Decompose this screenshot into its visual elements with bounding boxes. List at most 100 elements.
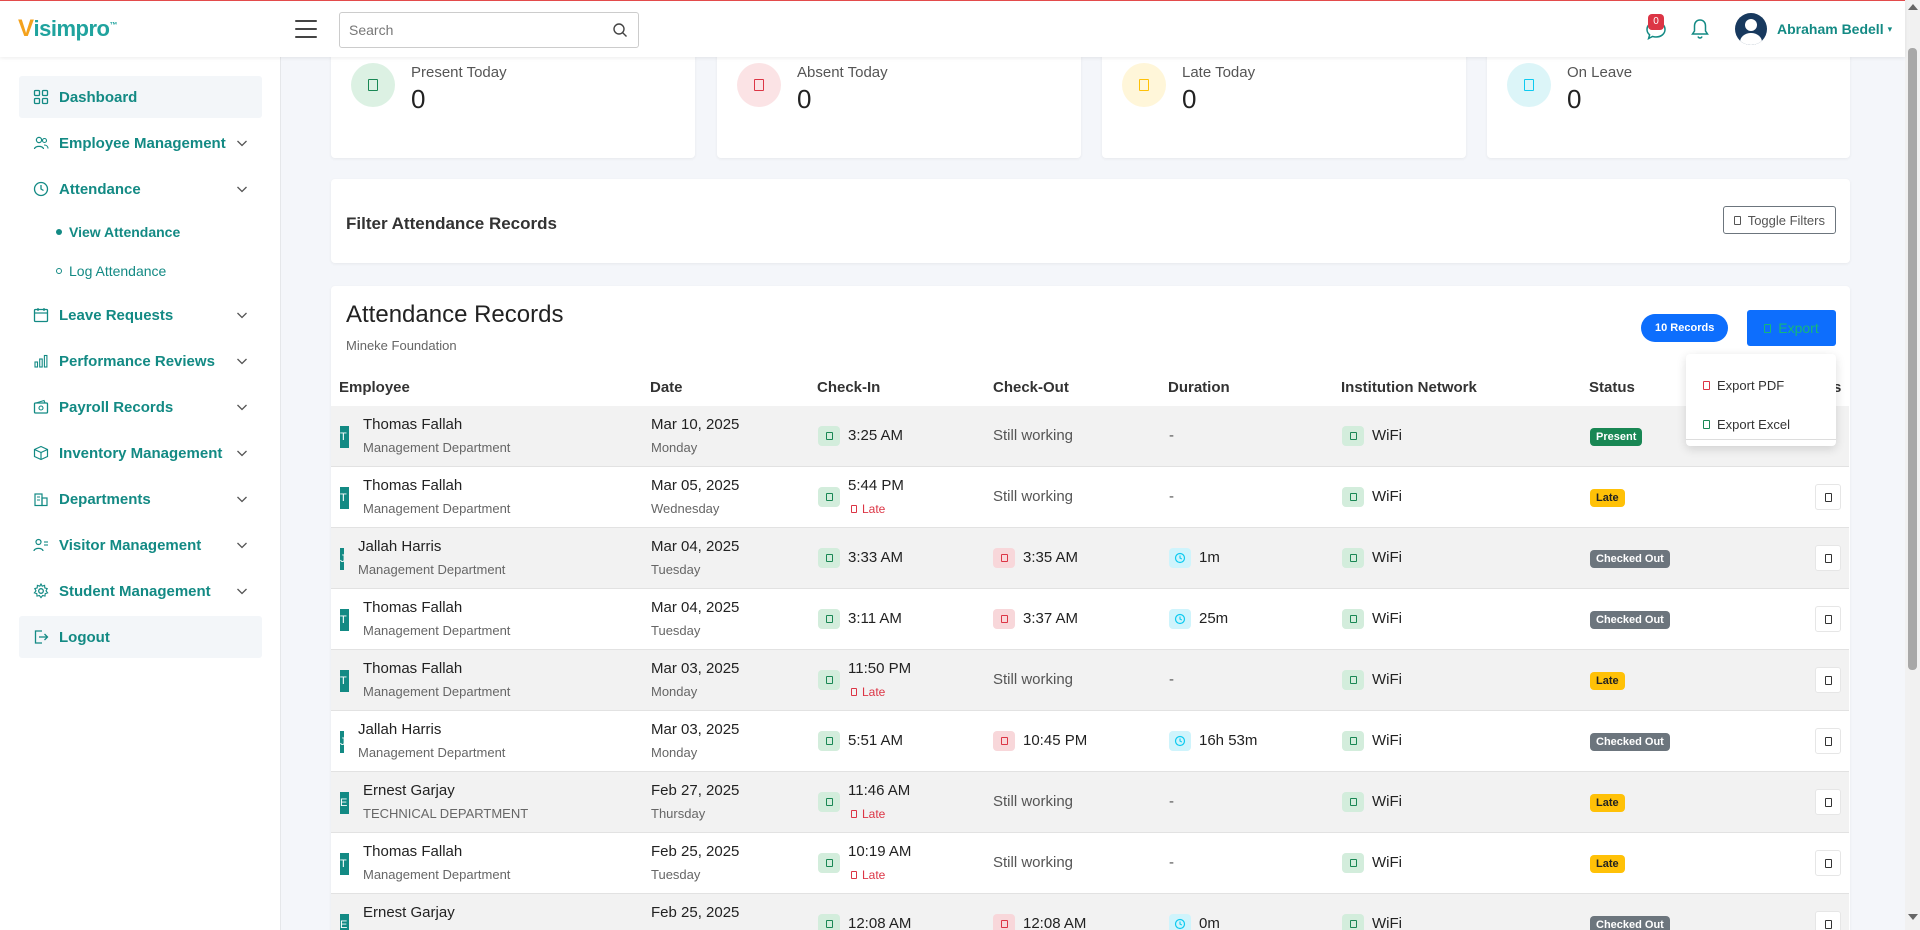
stat-value: 0: [797, 84, 812, 114]
action-icon: [1824, 736, 1832, 746]
check-in-time: 10:19 AM: [848, 843, 912, 860]
status-badge: Late: [1590, 794, 1625, 812]
table-row[interactable]: T Thomas Fallah Management Department Ma…: [331, 406, 1849, 467]
stat-card-on-leave: On Leave 0: [1487, 48, 1850, 158]
sidebar-subitem-label: Log Attendance: [69, 263, 167, 279]
duration-value: 16h 53m: [1199, 732, 1258, 749]
toggle-filters-label: Toggle Filters: [1747, 212, 1825, 228]
records-title: Attendance Records: [346, 301, 564, 328]
check-out-value: 12:08 AM: [1023, 915, 1087, 930]
calendar-icon: [33, 308, 49, 323]
table-row[interactable]: J Jallah Harris Management Department Ma…: [331, 528, 1849, 589]
wallet-icon: [33, 399, 49, 414]
wifi-icon: [1342, 731, 1364, 751]
wifi-icon: [1342, 426, 1364, 446]
table-row[interactable]: E Ernest Garjay Feb 25, 2025 12:08 AM 12…: [331, 894, 1849, 930]
table-row[interactable]: T Thomas Fallah Management Department Fe…: [331, 833, 1849, 894]
chevron-down-icon: [237, 140, 247, 147]
records-subtitle: Mineke Foundation: [346, 338, 457, 353]
sidebar-item-leave-requests[interactable]: Leave Requests: [19, 294, 262, 336]
sidebar-item-label: Dashboard: [59, 88, 138, 106]
employee-name: Ernest Garjay: [363, 782, 455, 799]
sidebar-subitem-log-attendance[interactable]: Log Attendance: [56, 260, 166, 282]
record-date: Mar 03, 2025: [651, 660, 740, 677]
status-badge: Checked Out: [1590, 550, 1670, 568]
employee-name: Thomas Fallah: [363, 599, 463, 616]
user-menu[interactable]: Abraham Bedell ▾: [1735, 13, 1892, 45]
export-button[interactable]: Export: [1747, 310, 1836, 346]
scroll-up-icon[interactable]: [1908, 4, 1918, 10]
duration-value: 0m: [1199, 915, 1220, 930]
wifi-icon: [1342, 548, 1364, 568]
employee-name: Thomas Fallah: [363, 477, 463, 494]
record-day: Monday: [651, 440, 698, 455]
duration-value: 25m: [1199, 610, 1229, 627]
sidebar-item-label: Inventory Management: [59, 444, 223, 462]
table-row[interactable]: T Thomas Fallah Management Department Ma…: [331, 467, 1849, 528]
page-scrollbar[interactable]: [1905, 0, 1920, 930]
check-in-time: 3:33 AM: [848, 549, 904, 566]
row-action-button[interactable]: [1815, 728, 1841, 754]
sidebar-item-departments[interactable]: Departments: [19, 478, 262, 520]
row-action-button[interactable]: [1815, 667, 1841, 693]
record-date: Mar 03, 2025: [651, 721, 740, 738]
app-logo[interactable]: Visimpro™: [18, 15, 117, 43]
sidebar-item-logout[interactable]: Logout: [19, 616, 262, 658]
action-icon: [1824, 492, 1832, 502]
late-indicator: Late: [851, 502, 885, 516]
sidebar-item-student-management[interactable]: Student Management: [19, 570, 262, 612]
records-count-badge: 10 Records: [1641, 314, 1729, 342]
action-icon: [1824, 919, 1832, 929]
late-indicator: Late: [851, 868, 885, 882]
menu-toggle-icon[interactable]: [295, 20, 317, 38]
late-label: Late: [862, 807, 886, 821]
row-action-button[interactable]: [1815, 789, 1841, 815]
wifi-icon: [1342, 792, 1364, 812]
bell-icon[interactable]: [1690, 18, 1710, 40]
building-icon: [34, 493, 48, 507]
leave-icon: [1507, 63, 1551, 107]
user-caret-icon: ▾: [1887, 23, 1893, 34]
row-action-button[interactable]: [1815, 545, 1841, 571]
toggle-filters-button[interactable]: Toggle Filters: [1722, 206, 1836, 234]
filter-icon: [1733, 215, 1741, 225]
record-date: Mar 05, 2025: [651, 477, 740, 494]
check-out-value: Still working: [993, 854, 1074, 871]
network-value: WiFi: [1372, 610, 1402, 627]
row-action-button[interactable]: [1815, 911, 1841, 930]
action-icon: [1824, 797, 1832, 807]
export-excel-item[interactable]: Export Excel: [1686, 407, 1836, 441]
sidebar-item-performance-reviews[interactable]: Performance Reviews: [19, 340, 262, 382]
table-row[interactable]: T Thomas Fallah Management Department Ma…: [331, 650, 1849, 711]
logout-icon: [34, 630, 49, 644]
scroll-thumb[interactable]: [1908, 48, 1917, 670]
employee-avatar: E: [340, 792, 349, 814]
sidebar-item-label: Payroll Records: [59, 398, 174, 416]
table-row[interactable]: E Ernest Garjay TECHNICAL DEPARTMENT Feb…: [331, 772, 1849, 833]
scroll-down-icon[interactable]: [1908, 914, 1918, 920]
sidebar-item-visitor-management[interactable]: Visitor Management: [19, 524, 262, 566]
chevron-down-icon: [237, 588, 247, 595]
column-header: Duration: [1168, 379, 1230, 396]
export-dropdown-menu: Export PDF Export Excel: [1686, 354, 1836, 446]
employee-dept: Management Department: [363, 623, 511, 638]
row-action-button[interactable]: [1815, 484, 1841, 510]
export-pdf-item[interactable]: Export PDF: [1686, 368, 1836, 402]
search-input[interactable]: [340, 13, 590, 47]
sidebar-item-inventory-management[interactable]: Inventory Management: [19, 432, 262, 474]
sidebar-subitem-view-attendance[interactable]: View Attendance: [56, 221, 180, 243]
sidebar-item-dashboard[interactable]: Dashboard: [19, 76, 262, 118]
duration-value: -: [1169, 793, 1174, 810]
search-icon[interactable]: [612, 22, 628, 38]
table-row[interactable]: J Jallah Harris Management Department Ma…: [331, 711, 1849, 772]
row-action-button[interactable]: [1815, 606, 1841, 632]
employee-dept: Management Department: [363, 440, 511, 455]
row-action-button[interactable]: [1815, 850, 1841, 876]
record-day: Tuesday: [651, 562, 701, 577]
table-row[interactable]: T Thomas Fallah Management Department Ma…: [331, 589, 1849, 650]
sidebar-item-attendance[interactable]: Attendance: [19, 168, 262, 210]
sidebar-item-payroll-records[interactable]: Payroll Records: [19, 386, 262, 428]
sidebar-item-employee-management[interactable]: Employee Management: [19, 122, 262, 164]
check-out-value: Still working: [993, 427, 1074, 444]
sidebar-item-label: Logout: [59, 628, 110, 646]
